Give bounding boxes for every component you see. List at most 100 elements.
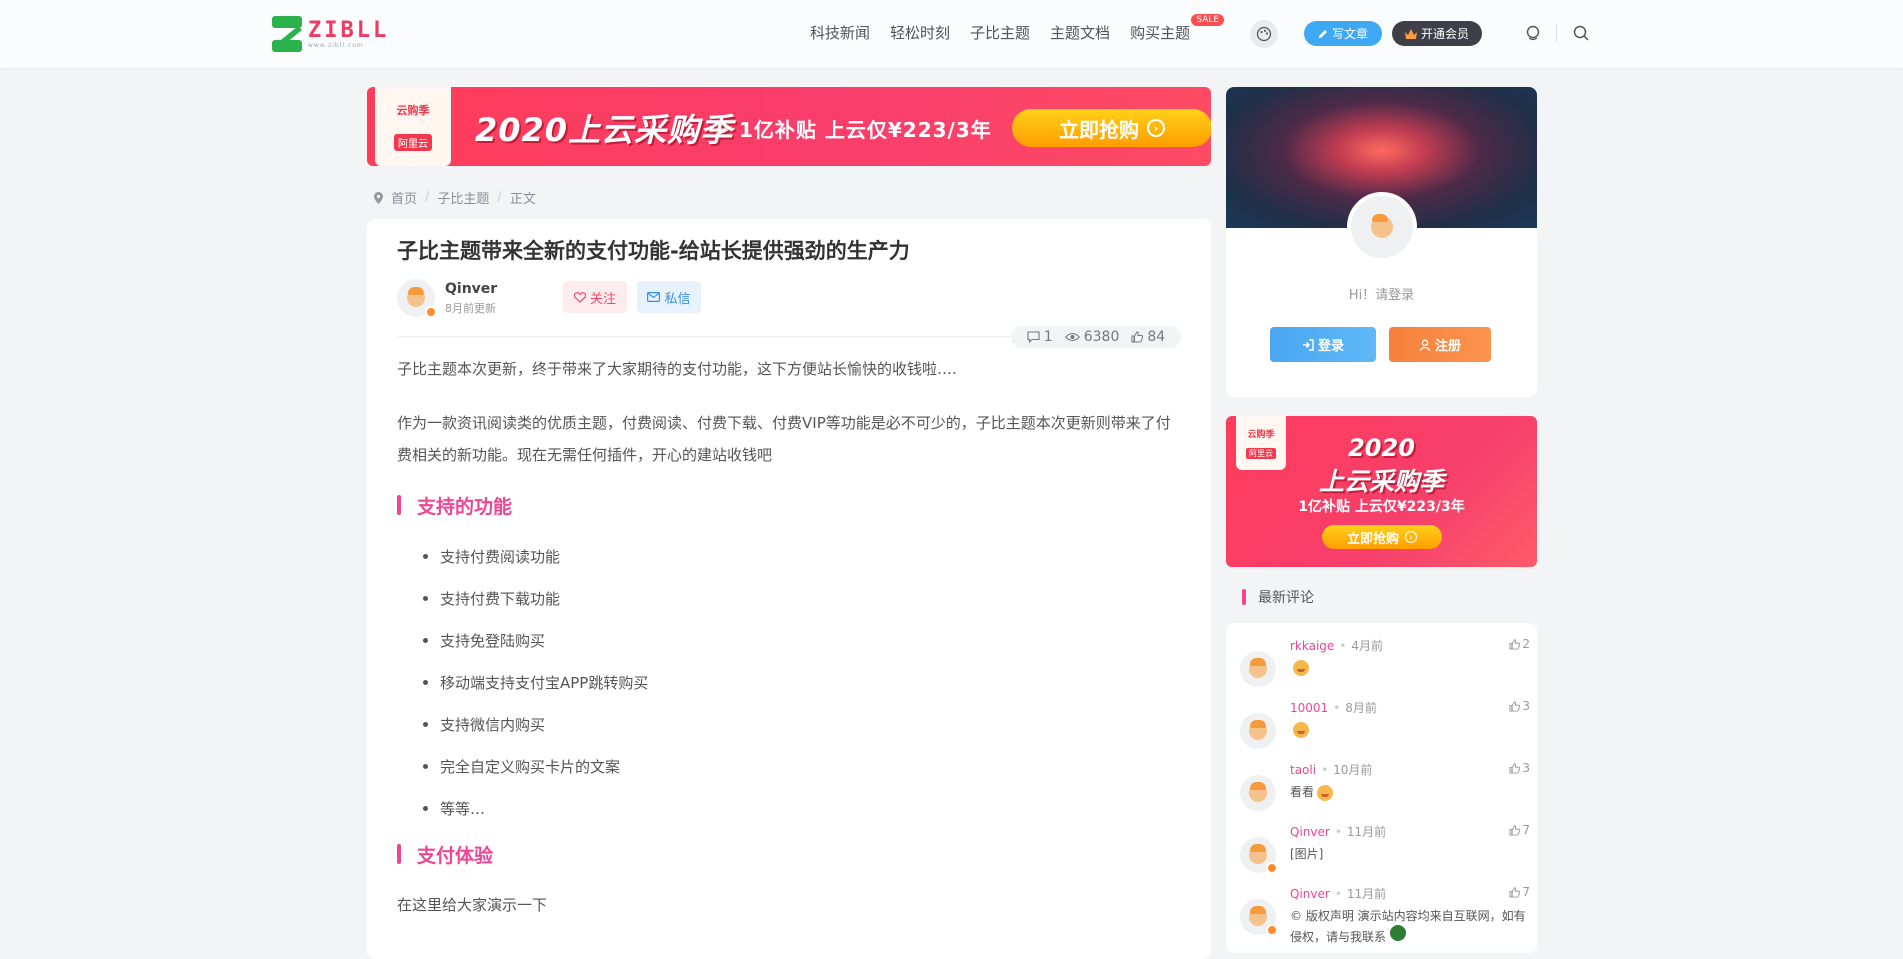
profile-avatar[interactable] [1347, 192, 1417, 262]
user-icon[interactable] [1524, 24, 1542, 42]
separator-dot: • [1334, 887, 1342, 901]
thumbs-up-icon [1131, 331, 1144, 343]
commenter-avatar[interactable] [1240, 775, 1276, 811]
theme-palette-button[interactable] [1250, 20, 1278, 48]
comment-likes[interactable]: 7 [1509, 885, 1530, 899]
vip-badge-icon [425, 306, 437, 318]
comment-text: © 版权声明 演示站内容均来自互联网，如有侵权，请与我联系 [1290, 909, 1526, 944]
banner-subtitle: 1亿补贴 上云仅¥223/3年 [739, 118, 992, 142]
comment-likes[interactable]: 3 [1509, 699, 1530, 713]
breadcrumb-category[interactable]: 子比主题 [437, 188, 489, 207]
breadcrumb: 首页 / 子比主题 / 正文 [374, 188, 536, 207]
comment-likes[interactable]: 2 [1509, 637, 1530, 651]
comment-item[interactable]: 10001 • 8月前 3 [1240, 699, 1530, 749]
private-message-button[interactable]: 私信 [637, 281, 701, 313]
nav-item-tech-news[interactable]: 科技新闻 [810, 22, 870, 43]
author-avatar[interactable] [397, 279, 437, 318]
site-header: ZIBLL www.zibll.com 科技新闻 轻松时刻 子比主题 主题文档 … [0, 0, 1903, 68]
comment-time: 11月前 [1346, 887, 1387, 901]
comment-item[interactable]: Qinver • 11月前 7 [图片] [1240, 823, 1530, 874]
banner-cta-label: 立即抢购 [1346, 531, 1399, 547]
open-vip-label: 开通会员 [1420, 27, 1469, 41]
banner-logo: 云购季 阿里云 [375, 87, 451, 166]
arrow-right-icon: › [1147, 119, 1165, 137]
avatar-face [1249, 844, 1267, 864]
list-item: 支持免登陆购买 [423, 619, 648, 661]
thumbs-up-icon [1509, 886, 1521, 898]
banner-cta-label: 立即抢购 [1059, 117, 1139, 142]
login-label: 登录 [1317, 339, 1344, 354]
comment-likes-count: 7 [1522, 823, 1530, 837]
comment-time: 4月前 [1351, 639, 1384, 653]
login-button[interactable]: 登录 [1270, 327, 1376, 362]
commenter-name[interactable]: taoli [1290, 763, 1316, 777]
vip-badge-icon [1266, 862, 1278, 874]
thumbs-up-icon [1509, 824, 1521, 836]
vip-badge-icon [1266, 924, 1278, 936]
follow-button[interactable]: 关注 [563, 281, 627, 313]
open-vip-button[interactable]: 开通会员 [1392, 21, 1482, 46]
list-item: 支持微信内购买 [423, 703, 648, 745]
article-card: 子比主题带来全新的支付功能-给站长提供强劲的生产力 Qinver 8月前更新 关… [367, 219, 1211, 959]
banner-cta-button[interactable]: 立即抢购 › [1322, 525, 1442, 549]
write-article-label: 写文章 [1331, 27, 1368, 41]
comment-likes[interactable]: 7 [1509, 823, 1530, 837]
likes-count: 84 [1147, 329, 1166, 345]
list-item: 支持付费阅读功能 [423, 535, 648, 577]
views-stat: 6380 [1064, 329, 1119, 345]
logo-mark-icon [272, 16, 302, 52]
login-prompt: Hi！请登录 [1348, 288, 1415, 303]
section-heading-features: 支持的功能 [397, 492, 512, 519]
sale-badge: SALE [1191, 14, 1225, 26]
comment-text [1290, 660, 1530, 676]
list-item: 完全自定义购买卡片的文案 [423, 745, 648, 787]
list-item: 等等… [423, 787, 648, 829]
commenter-avatar[interactable] [1240, 651, 1276, 687]
commenter-name[interactable]: 10001 [1290, 701, 1328, 715]
arrow-right-icon: › [1405, 531, 1417, 543]
banner-cta-button[interactable]: 立即抢购 › [1012, 109, 1211, 147]
commenter-avatar[interactable] [1240, 837, 1278, 874]
comment-time: 10月前 [1333, 763, 1373, 777]
ad-banner-sidebar[interactable]: 云购季 阿里云 2020 上云采购季 1亿补贴 上云仅¥223/3年 立即抢购 … [1226, 416, 1537, 567]
commenter-name[interactable]: Qinver [1290, 825, 1330, 839]
register-button[interactable]: 注册 [1389, 327, 1491, 362]
author-name[interactable]: Qinver [445, 281, 497, 297]
search-icon[interactable] [1572, 24, 1590, 42]
breadcrumb-separator: / [497, 190, 502, 205]
separator-dot: • [1321, 763, 1329, 777]
ad-banner-main[interactable]: 云购季 阿里云 2020上云采购季 1亿补贴 上云仅¥223/3年 立即抢购 › [367, 87, 1211, 166]
comment-item[interactable]: taoli • 10月前 3 看看 [1240, 761, 1530, 811]
comment-likes-count: 2 [1522, 637, 1530, 651]
comment-item[interactable]: rkkaige • 4月前 2 [1240, 637, 1530, 687]
commenter-avatar[interactable] [1240, 899, 1278, 936]
commenter-name[interactable]: rkkaige [1290, 639, 1334, 653]
article-stats: 1 6380 84 [1011, 326, 1181, 348]
commenter-avatar[interactable] [1240, 713, 1276, 749]
likes-stat[interactable]: 84 [1131, 329, 1165, 345]
nav-item-fun[interactable]: 轻松时刻 [890, 22, 950, 43]
breadcrumb-home[interactable]: 首页 [391, 188, 417, 207]
separator-dot: • [1339, 639, 1347, 653]
write-article-button[interactable]: 写文章 [1304, 21, 1382, 46]
comment-text [1290, 722, 1530, 738]
nav-item-theme-docs[interactable]: 主题文档 [1050, 22, 1110, 43]
smile-emoji-icon [1293, 722, 1309, 738]
separator-dot: • [1333, 701, 1341, 715]
palette-icon [1256, 26, 1272, 42]
author-block[interactable]: Qinver 8月前更新 [397, 279, 497, 318]
follow-label: 关注 [589, 291, 616, 307]
avatar-face [1249, 720, 1267, 740]
comments-stat[interactable]: 1 [1027, 329, 1053, 345]
comment-time: 8月前 [1345, 701, 1377, 715]
nav-item-buy-theme[interactable]: 购买主题 SALE [1130, 14, 1225, 43]
nav-item-zibll-theme[interactable]: 子比主题 [970, 22, 1030, 43]
comment-item[interactable]: Qinver • 11月前 7 © 版权声明 演示站内容均来自互联网，如有侵权，请与… [1240, 885, 1530, 945]
breadcrumb-current: 正文 [509, 192, 536, 207]
author-update-time: 8月前更新 [445, 301, 496, 315]
commenter-name[interactable]: Qinver [1290, 887, 1330, 901]
comment-likes[interactable]: 3 [1509, 761, 1530, 775]
site-logo[interactable]: ZIBLL www.zibll.com [272, 16, 389, 52]
logo-subtext: www.zibll.com [308, 41, 364, 49]
banner-logo-line1: 云购季 [396, 104, 430, 117]
